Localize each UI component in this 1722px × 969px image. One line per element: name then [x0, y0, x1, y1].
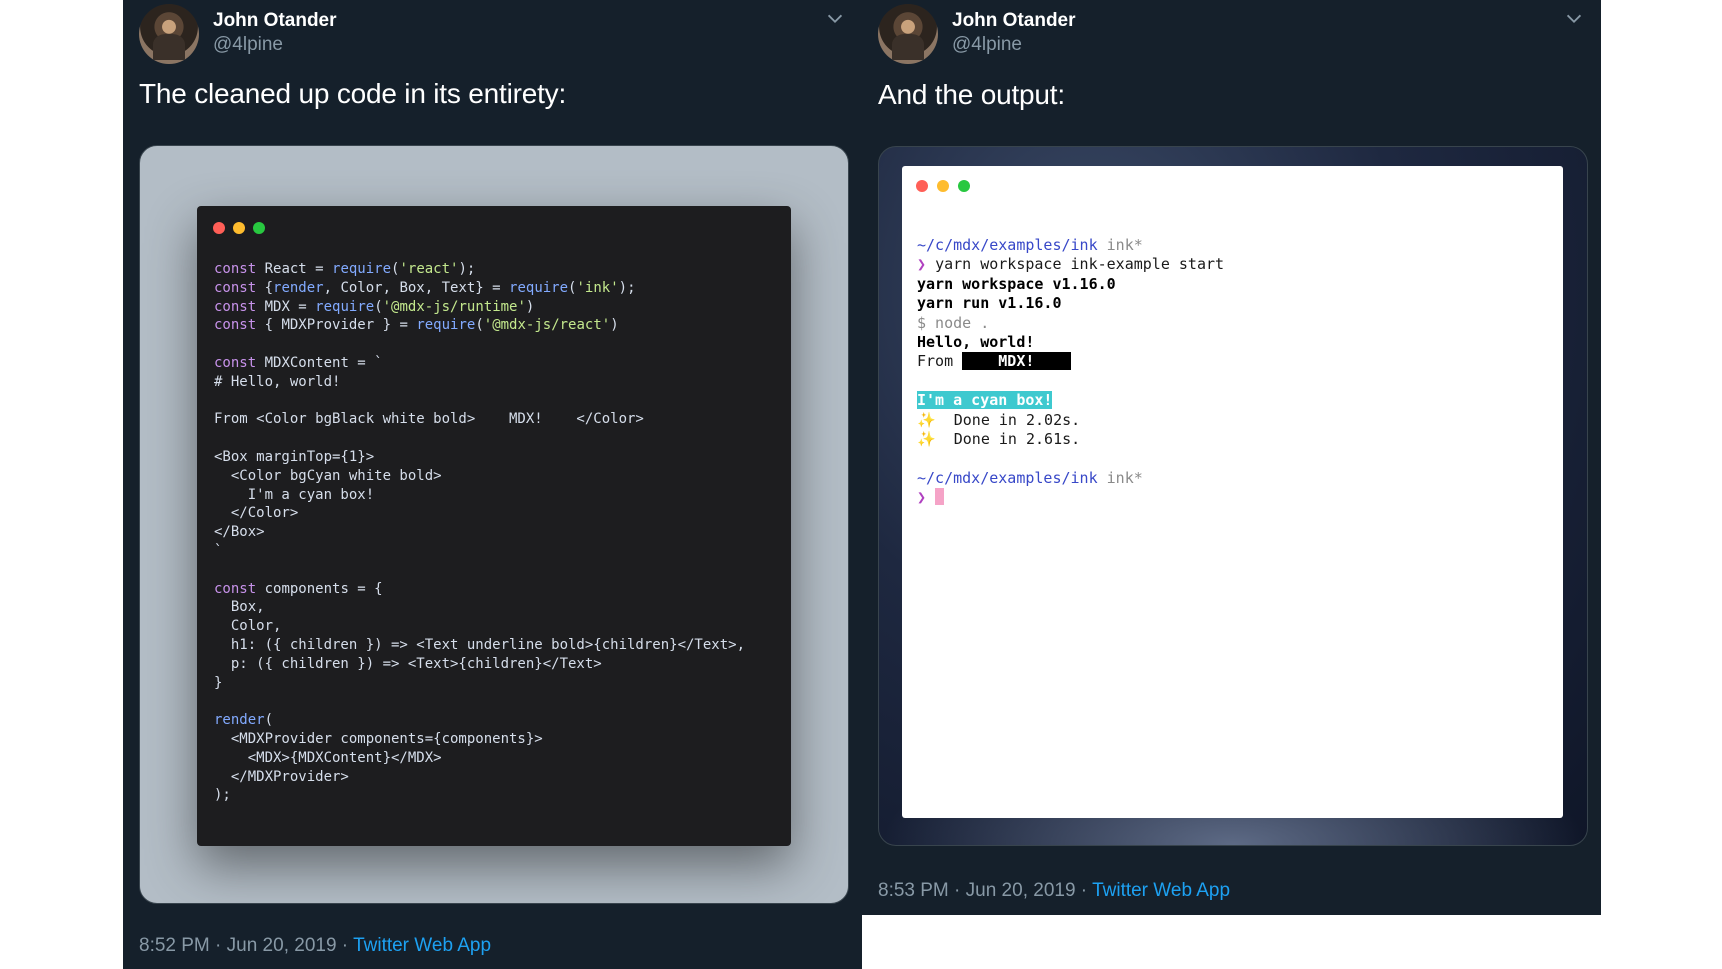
avatar[interactable]: [878, 4, 938, 64]
window-controls: [916, 180, 970, 192]
tweet-text: The cleaned up code in its entirety:: [139, 78, 567, 109]
author-handle[interactable]: @4lpine: [952, 34, 1022, 56]
code-block: const React = require('react'); const {r…: [214, 260, 745, 805]
prompt-icon: ❯: [917, 488, 927, 507]
code-line: # Hello, world!: [214, 373, 341, 390]
code-line: const MDXContent = `: [214, 354, 383, 371]
code-line: const React = require('react');: [214, 261, 476, 277]
code-line: </Box>: [214, 524, 265, 541]
timestamp[interactable]: 8:52 PM · Jun 20, 2019 ·: [139, 935, 353, 956]
author-name[interactable]: John Otander: [952, 10, 1076, 32]
close-dot-icon: [213, 222, 225, 234]
code-line: const {render, Color, Box, Text} = requi…: [214, 279, 636, 296]
sparkle-icon: ✨: [917, 430, 936, 449]
code-line: Box,: [214, 599, 265, 616]
terminal-line: From: [917, 352, 954, 371]
terminal-branch: ink*: [1106, 236, 1143, 254]
terminal-line: yarn workspace v1.16.0: [917, 274, 1116, 293]
timestamp[interactable]: 8:53 PM · Jun 20, 2019 ·: [878, 880, 1092, 901]
terminal-line: $ node .: [917, 313, 990, 332]
terminal-path: ~/c/mdx/examples/ink: [917, 468, 1098, 487]
tweet-card: John Otander @4lpine And the output: ~/c…: [862, 0, 1601, 915]
code-line: render(: [214, 712, 274, 729]
code-line: </Color>: [214, 505, 299, 522]
tweet-text: And the output:: [878, 79, 1065, 110]
avatar[interactable]: [139, 4, 199, 64]
source-link[interactable]: Twitter Web App: [1092, 880, 1230, 901]
code-line: <MDXProvider components={components}>: [214, 730, 543, 747]
code-line: </MDXProvider>: [214, 768, 349, 785]
terminal-line: Hello, world!: [917, 333, 1035, 352]
code-line: h1: ({ children }) => <Text underline bo…: [214, 636, 746, 653]
tweet-meta: 8:53 PM · Jun 20, 2019 · Twitter Web App: [878, 880, 1230, 902]
terminal-screenshot[interactable]: ~/c/mdx/examples/ink ink* ❯ yarn workspa…: [878, 146, 1588, 846]
code-line: p: ({ children }) => <Text>{children}</T…: [214, 655, 602, 672]
cursor: [935, 488, 945, 506]
code-line: <Box marginTop={1}>: [214, 448, 375, 465]
sparkle-icon: ✨: [917, 410, 936, 429]
mdx-box: MDX!: [962, 352, 1071, 371]
terminal-line: Done in 2.61s.: [953, 430, 1081, 449]
terminal-path: ~/c/mdx/examples/ink: [917, 236, 1098, 254]
code-line: );: [214, 787, 231, 804]
minimize-dot-icon: [937, 180, 949, 192]
terminal-command: yarn workspace ink-example start: [935, 255, 1225, 274]
terminal-window: ~/c/mdx/examples/ink ink* ❯ yarn workspa…: [902, 166, 1563, 818]
terminal-line: Done in 2.02s.: [953, 410, 1081, 429]
code-line: <Color bgCyan white bold>: [214, 467, 442, 484]
tweet-card: John Otander @4lpine The cleaned up code…: [123, 0, 862, 969]
source-link[interactable]: Twitter Web App: [353, 935, 491, 956]
code-line: I'm a cyan box!: [214, 486, 375, 503]
tweet-meta: 8:52 PM · Jun 20, 2019 · Twitter Web App: [139, 935, 491, 957]
code-line: From <Color bgBlack white bold> MDX! </C…: [214, 411, 644, 428]
cyan-box: I'm a cyan box!: [917, 391, 1053, 410]
chevron-down-icon[interactable]: [824, 8, 846, 30]
code-line: `: [214, 542, 223, 559]
code-line: const MDX = require('@mdx-js/runtime'): [214, 298, 535, 315]
author-handle[interactable]: @4lpine: [213, 34, 283, 56]
code-screenshot[interactable]: const React = require('react'); const {r…: [139, 145, 849, 904]
code-line: const components = {: [214, 580, 383, 597]
code-line: const { MDXProvider } = require('@mdx-js…: [214, 317, 619, 334]
terminal-line: yarn run v1.16.0: [917, 294, 1062, 313]
code-window: const React = require('react'); const {r…: [197, 206, 791, 846]
maximize-dot-icon: [958, 180, 970, 192]
code-line: }: [214, 674, 223, 691]
prompt-icon: ❯: [917, 255, 927, 274]
chevron-down-icon[interactable]: [1563, 8, 1585, 30]
code-line: Color,: [214, 618, 282, 635]
maximize-dot-icon: [253, 222, 265, 234]
author-name[interactable]: John Otander: [213, 10, 337, 32]
minimize-dot-icon: [233, 222, 245, 234]
close-dot-icon: [916, 180, 928, 192]
code-line: <MDX>{MDXContent}</MDX>: [214, 749, 442, 766]
terminal-branch: ink*: [1106, 468, 1143, 487]
window-controls: [213, 222, 265, 234]
terminal-output: ~/c/mdx/examples/ink ink* ❯ yarn workspa…: [917, 236, 1224, 508]
